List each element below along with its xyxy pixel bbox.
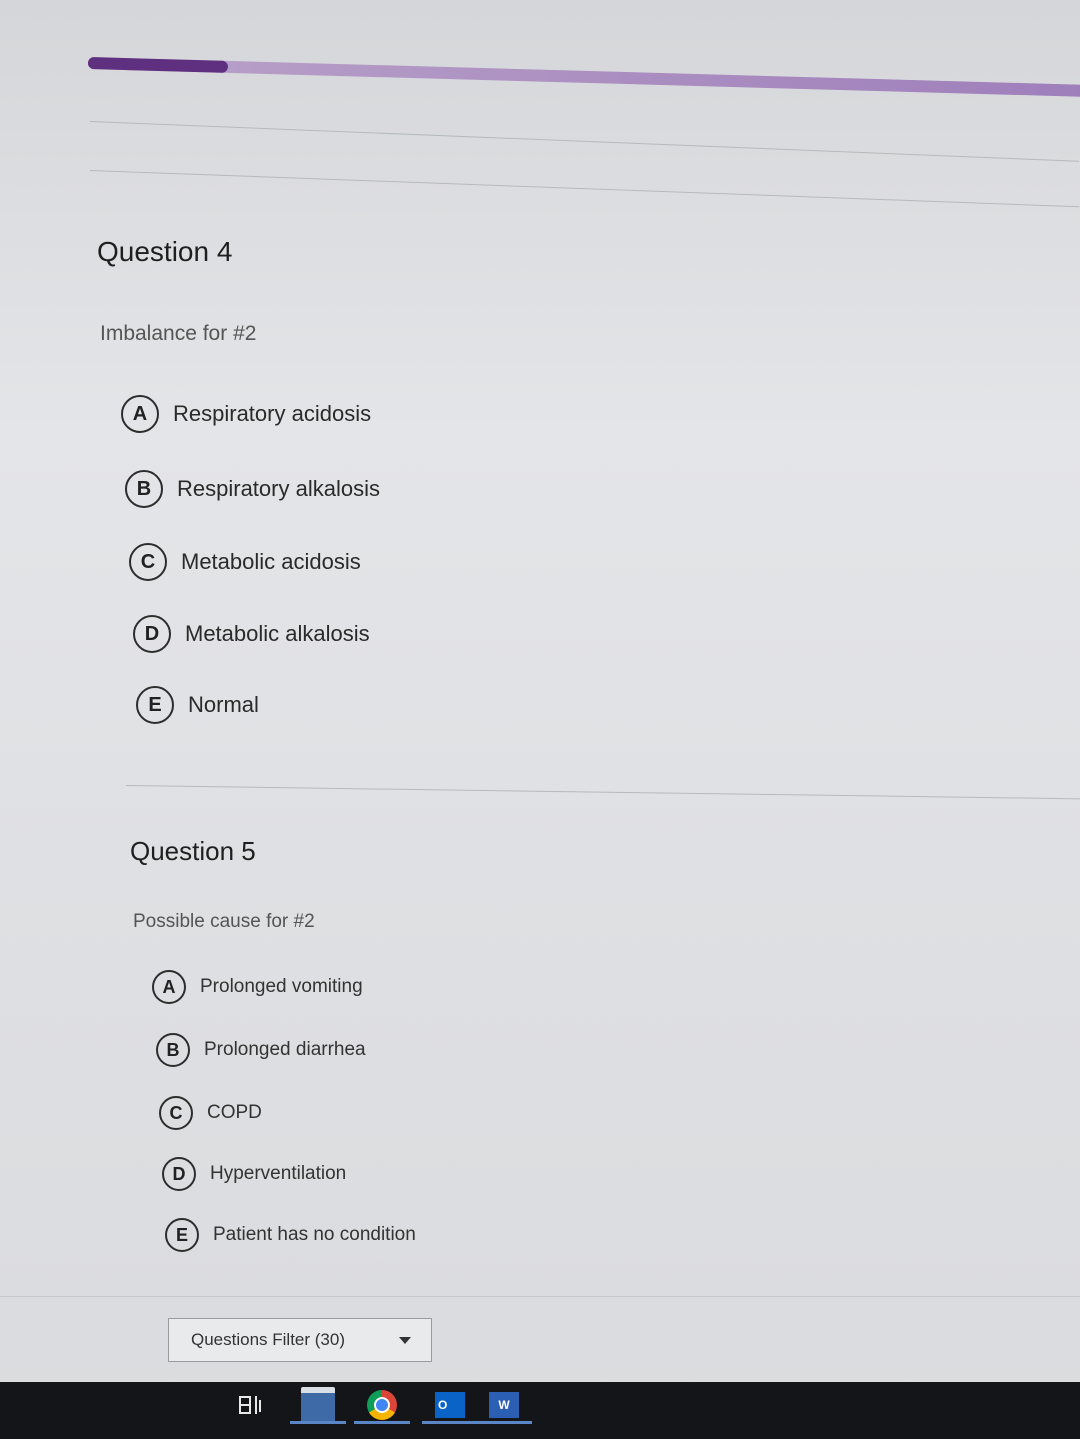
option-letter-badge: C [129, 543, 167, 581]
question-4-title: Question 4 [97, 236, 233, 267]
active-indicator [422, 1421, 478, 1424]
questions-filter-dropdown[interactable]: Questions Filter (30) [168, 1318, 432, 1362]
file-explorer-icon [301, 1387, 335, 1423]
option-letter-badge: A [121, 395, 159, 433]
word-icon: W [489, 1392, 519, 1418]
question-5-title: Question 5 [130, 836, 256, 866]
divider [0, 1296, 1080, 1297]
task-view-icon [239, 1394, 261, 1416]
active-indicator [290, 1421, 346, 1424]
option-label: Prolonged vomiting [200, 976, 363, 997]
option-label: Prolonged diarrhea [204, 1039, 366, 1060]
option-letter-badge: C [159, 1096, 193, 1130]
option-letter-badge: E [165, 1218, 199, 1252]
option-label: Metabolic alkalosis [185, 621, 370, 646]
option-label: Respiratory acidosis [173, 401, 372, 426]
option-label: Hyperventilation [210, 1163, 347, 1184]
divider [89, 121, 1080, 162]
question-5-prompt: Possible cause for #2 [133, 911, 315, 932]
option-letter-badge: E [136, 686, 174, 724]
question-4-option-d[interactable]: D Metabolic alkalosis [133, 615, 370, 653]
option-label: Normal [188, 692, 259, 717]
option-letter-badge: B [156, 1033, 190, 1067]
option-label: COPD [207, 1102, 262, 1123]
option-letter-badge: A [152, 970, 186, 1004]
question-4-option-b[interactable]: B Respiratory alkalosis [125, 470, 380, 508]
chrome-button[interactable] [350, 1382, 414, 1428]
file-explorer-button[interactable] [286, 1382, 350, 1428]
question-4-option-e[interactable]: E Normal [136, 686, 259, 724]
questions-filter-label: Questions Filter (30) [191, 1330, 345, 1349]
question-5-option-e[interactable]: E Patient has no condition [165, 1218, 416, 1252]
option-letter-badge: D [133, 615, 171, 653]
progress-bar [87, 57, 1080, 97]
option-letter-badge: D [162, 1157, 196, 1191]
question-4-option-a[interactable]: A Respiratory acidosis [121, 395, 371, 433]
chevron-down-icon [399, 1337, 411, 1344]
question-4-option-c[interactable]: C Metabolic acidosis [129, 543, 361, 581]
active-indicator [476, 1421, 532, 1424]
question-5-option-b[interactable]: B Prolonged diarrhea [156, 1033, 366, 1067]
question-5-option-a[interactable]: A Prolonged vomiting [152, 970, 363, 1004]
divider [89, 170, 1080, 208]
question-4-prompt: Imbalance for #2 [100, 322, 257, 345]
question-5-option-c[interactable]: C COPD [159, 1096, 262, 1130]
option-label: Patient has no condition [213, 1224, 416, 1245]
option-letter-badge: B [125, 470, 163, 508]
taskbar: O W [0, 1382, 1080, 1439]
outlook-icon: O [435, 1392, 465, 1418]
option-label: Metabolic acidosis [181, 549, 361, 574]
option-label: Respiratory alkalosis [177, 476, 380, 501]
question-5-option-d[interactable]: D Hyperventilation [162, 1157, 346, 1191]
progress-bar-fill [87, 57, 229, 73]
chrome-icon [367, 1390, 397, 1420]
active-indicator [354, 1421, 410, 1424]
task-view-button[interactable] [218, 1382, 282, 1428]
word-button[interactable]: W [472, 1382, 536, 1428]
divider [125, 785, 1080, 800]
